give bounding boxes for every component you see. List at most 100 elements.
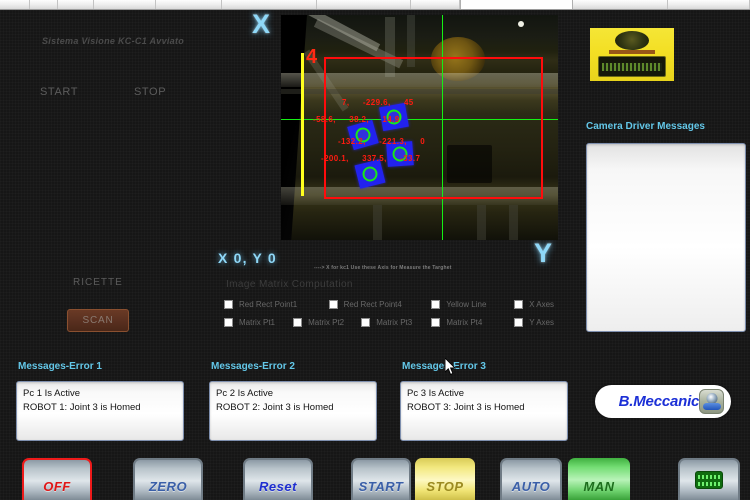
checkbox-x-axes[interactable]: X Axes (514, 299, 555, 309)
taskbar-cell[interactable] (58, 0, 94, 9)
messages-error-1-title: Messages-Error 1 (18, 361, 102, 372)
zero-button[interactable]: ZERO (133, 458, 203, 500)
checkbox-label: Matrix Pt1 (239, 317, 276, 327)
man-button[interactable]: MAN (568, 458, 630, 500)
scan-button[interactable]: SCAN (67, 309, 129, 332)
detection-coordinates: -132.2, -221.3, 0 (338, 137, 426, 146)
keyboard-button[interactable] (678, 458, 740, 500)
start-button[interactable]: START (351, 458, 411, 500)
yellow-reference-line (301, 53, 304, 196)
coord-y: -221.3 (379, 137, 405, 146)
messages-error-2-title: Messages-Error 2 (211, 361, 295, 372)
messages-error-3-box[interactable]: Pc 3 Is Active ROBOT 3: Joint 3 is Homed (400, 381, 568, 441)
checkbox-red-rect-point4[interactable]: Red Rect Point4 (328, 299, 432, 309)
taskbar-cell[interactable] (573, 0, 668, 9)
messages-error-3-title: Messages-Error 3 (402, 361, 486, 372)
checkbox-y-axes[interactable]: Y Axes (514, 317, 554, 327)
checkbox-matrix-pt4[interactable]: Matrix Pt4 (431, 317, 514, 327)
checkbox-yellow-line[interactable]: Yellow Line (431, 299, 514, 309)
vision-system-application: Sistema Visione KC-C1 Avviato START STOP… (0, 0, 750, 500)
robot-icon (699, 389, 724, 414)
checkbox-matrix-pt1[interactable]: Matrix Pt1 (224, 317, 293, 327)
message-line: Pc 3 Is Active (407, 388, 465, 399)
system-status-text: Sistema Visione KC-C1 Avviato (42, 36, 185, 46)
message-line: Pc 1 Is Active (23, 388, 81, 399)
auto-button[interactable]: AUTO (500, 458, 562, 500)
checkbox-label: X Axes (529, 299, 555, 309)
os-taskbar[interactable] (0, 0, 750, 10)
taskbar-cell[interactable] (30, 0, 58, 9)
checkbox-label: Red Rect Point4 (343, 299, 402, 309)
image-matrix-computation-title: Image Matrix Computation (226, 279, 353, 290)
matrix-checkbox-row: Matrix Pt1 Matrix Pt2 Matrix Pt3 Matrix … (224, 313, 554, 331)
detection-coordinates: 7, -229.6, 45 (342, 98, 414, 107)
keyboard-icon (695, 471, 723, 489)
coord-angle: 0 (420, 137, 426, 146)
taskbar-active-window[interactable] (460, 0, 573, 9)
taskbar-cell[interactable] (94, 0, 156, 9)
reset-button[interactable]: Reset (243, 458, 313, 500)
axis-usage-note: ----> X for kc1 Use these Axis for Measu… (314, 265, 452, 271)
header-stop-button[interactable]: STOP (134, 86, 166, 98)
message-line: ROBOT 2: Joint 3 is Homed (216, 401, 334, 413)
coord-angle: 14.9 (382, 115, 400, 124)
coord-y: -229.6 (362, 98, 388, 107)
machine-light-spot (518, 21, 524, 27)
x-axis-label: X (252, 9, 271, 39)
checkbox-matrix-pt2[interactable]: Matrix Pt2 (293, 317, 361, 327)
camera-driver-messages-box[interactable] (586, 143, 746, 332)
coord-y: 38.2 (349, 115, 367, 124)
message-line: ROBOT 3: Joint 3 is Homed (407, 401, 525, 413)
camera-live-view[interactable]: 4 7, -229.6, 45 -58.6, 38.2, 14.9 -132.2, -22… (281, 15, 558, 240)
checkbox-box[interactable] (224, 317, 233, 327)
coord-y: 337.5 (362, 154, 385, 163)
y-axis-label: Y (534, 238, 553, 268)
matrix-checkbox-row: Red Rect Point1 Red Rect Point4 Yellow L… (224, 295, 554, 313)
logo-banner (598, 56, 666, 77)
messages-error-2-box[interactable]: Pc 2 Is Active ROBOT 2: Joint 3 is Homed (209, 381, 377, 441)
xy-origin-readout: X 0, Y 0 (218, 250, 277, 266)
coord-angle: 45 (403, 98, 414, 107)
checkbox-box[interactable] (514, 317, 524, 327)
taskbar-cell[interactable] (222, 0, 317, 9)
checkbox-label: Red Rect Point1 (239, 299, 298, 309)
taskbar-cell[interactable] (0, 0, 30, 9)
taskbar-cell[interactable] (317, 0, 411, 9)
logo-subtext-bar (609, 50, 655, 54)
coord-x: -200.1 (321, 154, 347, 163)
checkbox-box[interactable] (224, 299, 233, 309)
machine-leg (509, 205, 518, 240)
message-line: ROBOT 1: Joint 3 is Homed (23, 401, 141, 413)
taskbar-cell[interactable] (668, 0, 750, 9)
checkbox-label: Matrix Pt2 (308, 317, 345, 327)
messages-error-1-box[interactable]: Pc 1 Is Active ROBOT 1: Joint 3 is Homed (16, 381, 184, 441)
checkbox-box[interactable] (361, 317, 371, 327)
image-matrix-computation-group: Red Rect Point1 Red Rect Point4 Yellow L… (224, 295, 554, 331)
coord-x: -58.6 (313, 115, 334, 124)
checkbox-label: Y Axes (529, 317, 554, 327)
machine-leg (477, 205, 486, 240)
checkbox-box[interactable] (293, 317, 303, 327)
yellow-line-number: 4 (306, 46, 318, 68)
checkbox-matrix-pt3[interactable]: Matrix Pt3 (361, 317, 431, 327)
checkbox-box[interactable] (328, 299, 338, 309)
machine-leg (373, 205, 382, 240)
coord-angle: -33.7 (400, 154, 421, 163)
recipes-label: RICETTE (73, 277, 123, 288)
checkbox-box[interactable] (431, 299, 441, 309)
checkbox-red-rect-point1[interactable]: Red Rect Point1 (224, 299, 329, 309)
header-start-button[interactable]: START (40, 86, 78, 98)
part-center-ring (360, 164, 380, 184)
detection-coordinates: -200.1, 337.5, -33.7 (321, 154, 421, 163)
taskbar-cell[interactable] (156, 0, 222, 9)
stop-button[interactable]: STOP (415, 458, 475, 500)
brand-logo: B.Meccanica (595, 385, 731, 418)
coord-x: -132.2 (338, 137, 364, 146)
company-logo-badge (590, 28, 674, 81)
brand-name-text: B.Meccanica (618, 393, 708, 410)
taskbar-cell[interactable] (411, 0, 460, 9)
off-button[interactable]: OFF (22, 458, 92, 500)
checkbox-box[interactable] (431, 317, 441, 327)
checkbox-box[interactable] (514, 299, 524, 309)
detection-coordinates: -58.6, 38.2, 14.9 (313, 115, 400, 124)
